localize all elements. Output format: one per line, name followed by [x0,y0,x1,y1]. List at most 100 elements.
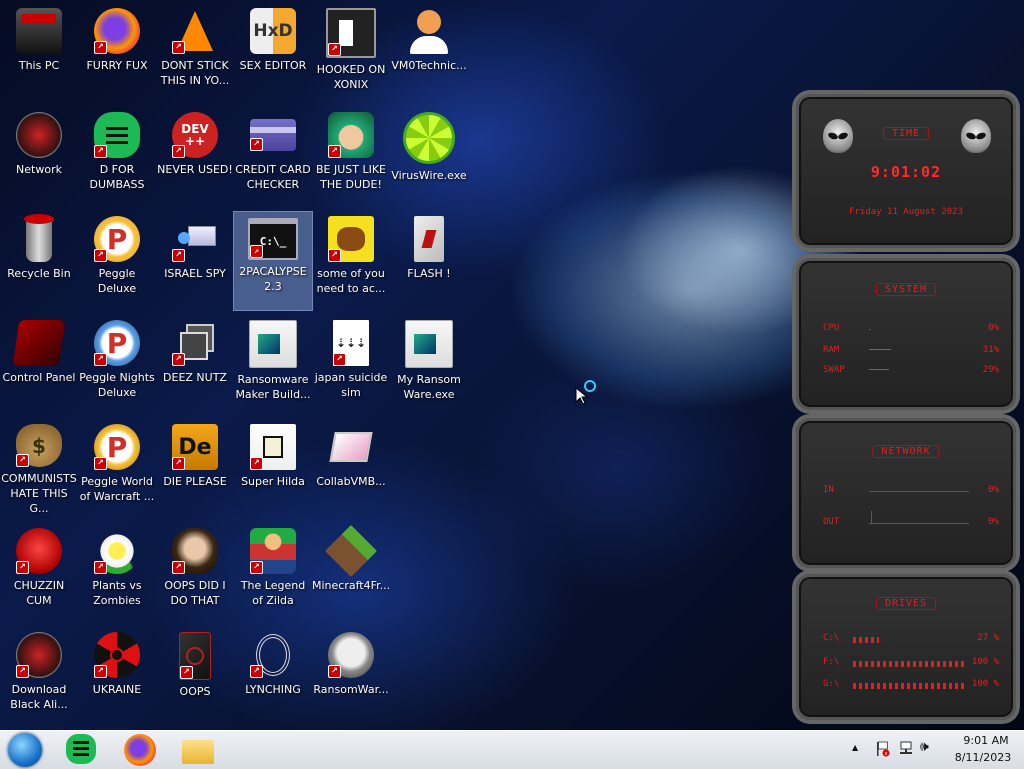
my-ransomware-icon-shortcut[interactable]: My Ransom Ware.exe [390,314,468,412]
network-icon-shortcut[interactable]: Network [0,106,78,204]
volume-icon[interactable]: 🕪 [920,739,929,755]
cartoon-dog-icon: ↗ [328,216,374,262]
alien-globe-icon: ↗ [16,632,62,678]
flash-icon-shortcut[interactable]: FLASH ! [390,210,468,308]
de-badge-icon: De ↗ [172,424,218,470]
peggle-nights-icon-shortcut[interactable]: P ↗ Peggle Nights Deluxe [78,314,156,412]
israel-spy-icon-shortcut[interactable]: ↗ ISRAEL SPY [156,210,234,308]
alien-head-icon [961,119,991,153]
cpu-meter [869,329,871,330]
oops-did-i-icon-shortcut[interactable]: ↗ OOPS DID I DO THAT [156,522,234,620]
in-label: IN [823,485,834,495]
d-for-dumbass-icon-shortcut[interactable]: ↗ D FOR DUMBASS [78,106,156,204]
elf-face-icon: ↗ [328,112,374,158]
flag-warning-icon[interactable]: x [876,741,890,757]
time-widget: TIME 9:01:02 Friday 11 August 2023 [796,94,1016,248]
minecraft-icon-shortcut[interactable]: Minecraft4Fr... [312,522,390,620]
desktop: This PC Network Recycle Bin Control Pane… [0,0,1024,730]
icon-label: Super Hilda [241,475,305,488]
this-pc-icon-shortcut[interactable]: This PC [0,2,78,100]
credit-card-icon: ↗ [250,119,296,151]
app-window-icon [249,320,297,368]
taskbar-clock-date[interactable]: 8/11/2023 [950,751,1016,764]
file-explorer-taskbar-button[interactable] [182,734,214,766]
peggle-wow-icon-shortcut[interactable]: P ↗ Peggle World of Warcraft ... [78,418,156,516]
control-panel-icon-shortcut[interactable]: Control Panel [0,314,78,412]
dog-shape [337,227,365,251]
be-just-like-the-dude-icon-shortcut[interactable]: ↗ BE JUST LIKE THE DUDE! [312,106,390,204]
deez-nutz-icon-shortcut[interactable]: ↗ DEEZ NUTZ [156,314,234,412]
icon-label: OOPS DID I DO THAT [164,579,226,607]
legend-of-zilda-icon-shortcut[interactable]: ↗ The Legend of Zilda [234,522,312,620]
lynching-icon-shortcut[interactable]: ↗ LYNCHING [234,626,312,724]
green-chat-icon [73,747,89,750]
drive-c-meter [853,637,879,643]
doctor-icon [406,8,452,54]
dev-cpp-icon: DEV ++ ↗ [172,112,218,158]
japan-suicide-sim-icon-shortcut[interactable]: ⇣⇣⇣ ↗ japan suicide sim [312,314,390,412]
drive-f-label: F:\ [823,657,840,667]
recycle-bin-icon-shortcut[interactable]: Recycle Bin [0,210,78,308]
vm0technic-icon-shortcut[interactable]: VM0Technic... [390,2,468,100]
icon-label: DEEZ NUTZ [163,371,227,384]
sex-editor-icon-shortcut[interactable]: HxD SEX EDITOR [234,2,312,100]
icon-label: VirusWire.exe [391,169,467,182]
icon-label: Network [16,163,62,176]
network-tray-icon[interactable] [898,741,914,757]
tray-expand-button[interactable]: ▲ [852,743,858,752]
chuzzin-icon-shortcut[interactable]: ↗ CHUZZIN CUM [0,522,78,620]
in-value: 0% [988,485,999,495]
icon-label: Peggle World of Warcraft ... [79,475,155,503]
hooked-on-xonix-icon-shortcut[interactable]: ↗ HOOKED ON XONIX [312,2,390,100]
2pacalypse-icon-shortcut[interactable]: C:\_ ↗ 2PACALYPSE 2.3 [233,211,313,311]
oops-icon-shortcut[interactable]: ↗ OOPS [156,626,234,724]
icon-label: Ransomware Maker Build... [235,373,311,401]
dont-stick-icon-shortcut[interactable]: ↗ DONT STICK THIS IN YO... [156,2,234,100]
ukraine-icon-shortcut[interactable]: ↗ UKRAINE [78,626,156,724]
firefox-taskbar-button[interactable] [124,734,156,766]
collabvm-icon-shortcut[interactable]: CollabVMB... [312,418,390,516]
window-content [414,334,436,354]
ransomware-maker-icon-shortcut[interactable]: Ransomware Maker Build... [234,314,312,412]
communists-icon-shortcut[interactable]: $ ↗ COMMUNISTS HATE THIS G... [0,418,78,516]
icon-label: CREDIT CARD CHECKER [235,163,311,191]
viruswire-icon-shortcut[interactable]: VirusWire.exe [390,106,468,204]
coat-shape [410,36,448,54]
widget-date: Friday 11 August 2023 [849,207,963,217]
peggle-deluxe-icon-shortcut[interactable]: P ↗ Peggle Deluxe [78,210,156,308]
icon-label: My Ransom Ware.exe [397,373,461,401]
icon-label: FURRY FUX [86,59,148,72]
ransomwar-icon-shortcut[interactable]: ↗ RansomWar... [312,626,390,724]
icon-label: BE JUST LIKE THE DUDE! [315,163,387,191]
grass-block-icon [324,524,378,578]
drive-c-label: C:\ [823,633,840,643]
some-of-you-icon-shortcut[interactable]: ↗ some of you need to ac... [312,210,390,308]
icon-label: NEVER USED! [157,163,233,176]
green-chat-taskbar-button[interactable] [66,734,96,764]
alien-globe-icon [16,112,62,158]
taskbar-clock-time[interactable]: 9:01 AM [956,734,1016,747]
node-shape [178,232,190,244]
file-icon: ⇣⇣⇣ ↗ [333,320,369,366]
drives-widget-title: DRIVES [875,597,937,610]
window-content [258,334,280,354]
furry-fux-icon-shortcut[interactable]: ↗ FURRY FUX [78,2,156,100]
folder-icon [182,740,214,764]
download-black-alien-icon-shortcut[interactable]: ↗ Download Black Ali... [0,626,78,724]
start-orb-button[interactable] [8,733,42,767]
die-please-icon-shortcut[interactable]: De ↗ DIE PLEASE [156,418,234,516]
hxd-icon: HxD [250,8,296,54]
ram-label: RAM [823,345,840,355]
emblem-shape [186,647,204,665]
drive-f-meter [853,661,967,667]
out-label: OUT [823,517,840,527]
credit-card-checker-icon-shortcut[interactable]: ↗ CREDIT CARD CHECKER [234,106,312,204]
radiation-center [110,648,124,662]
swap-value: 29% [982,365,999,375]
plants-vs-zombies-icon-shortcut[interactable]: ↗ Plants vs Zombies [78,522,156,620]
icon-label: Plants vs Zombies [92,579,142,607]
icon-label: RansomWar... [313,683,389,696]
icon-label: HOOKED ON XONIX [316,63,386,91]
super-hilda-icon-shortcut[interactable]: ↗ Super Hilda [234,418,312,516]
never-used-icon-shortcut[interactable]: DEV ++ ↗ NEVER USED! [156,106,234,204]
